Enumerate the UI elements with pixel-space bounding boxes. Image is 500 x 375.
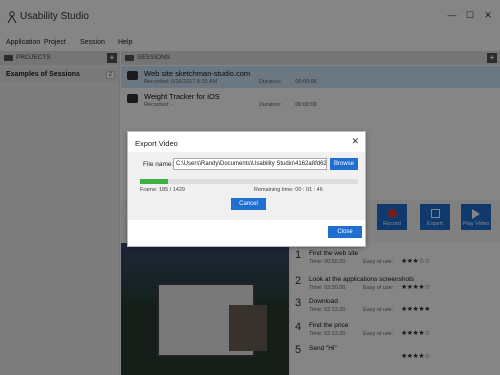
file-name-label: File name: xyxy=(143,161,174,168)
browse-button[interactable]: Browse xyxy=(330,158,358,170)
export-progress-bar xyxy=(140,179,358,184)
dialog-body: File name: C:\Users\Randy\Documents\Usab… xyxy=(128,152,365,220)
remaining-time: Remaining time: 00 : 01 : 46 xyxy=(254,187,323,193)
dialog-title: Export Video xyxy=(135,139,178,148)
export-video-dialog: Export Video ✕ File name: C:\Users\Randy… xyxy=(127,131,366,247)
close-button[interactable]: Close xyxy=(328,226,362,238)
cancel-button[interactable]: Cancel xyxy=(231,198,266,210)
export-progress-fill xyxy=(140,179,169,184)
close-icon[interactable]: ✕ xyxy=(351,136,359,147)
file-name-input[interactable]: C:\Users\Randy\Documents\Usability Studi… xyxy=(173,158,327,170)
frame-counter: Frame: 185 / 1429 xyxy=(140,187,185,193)
